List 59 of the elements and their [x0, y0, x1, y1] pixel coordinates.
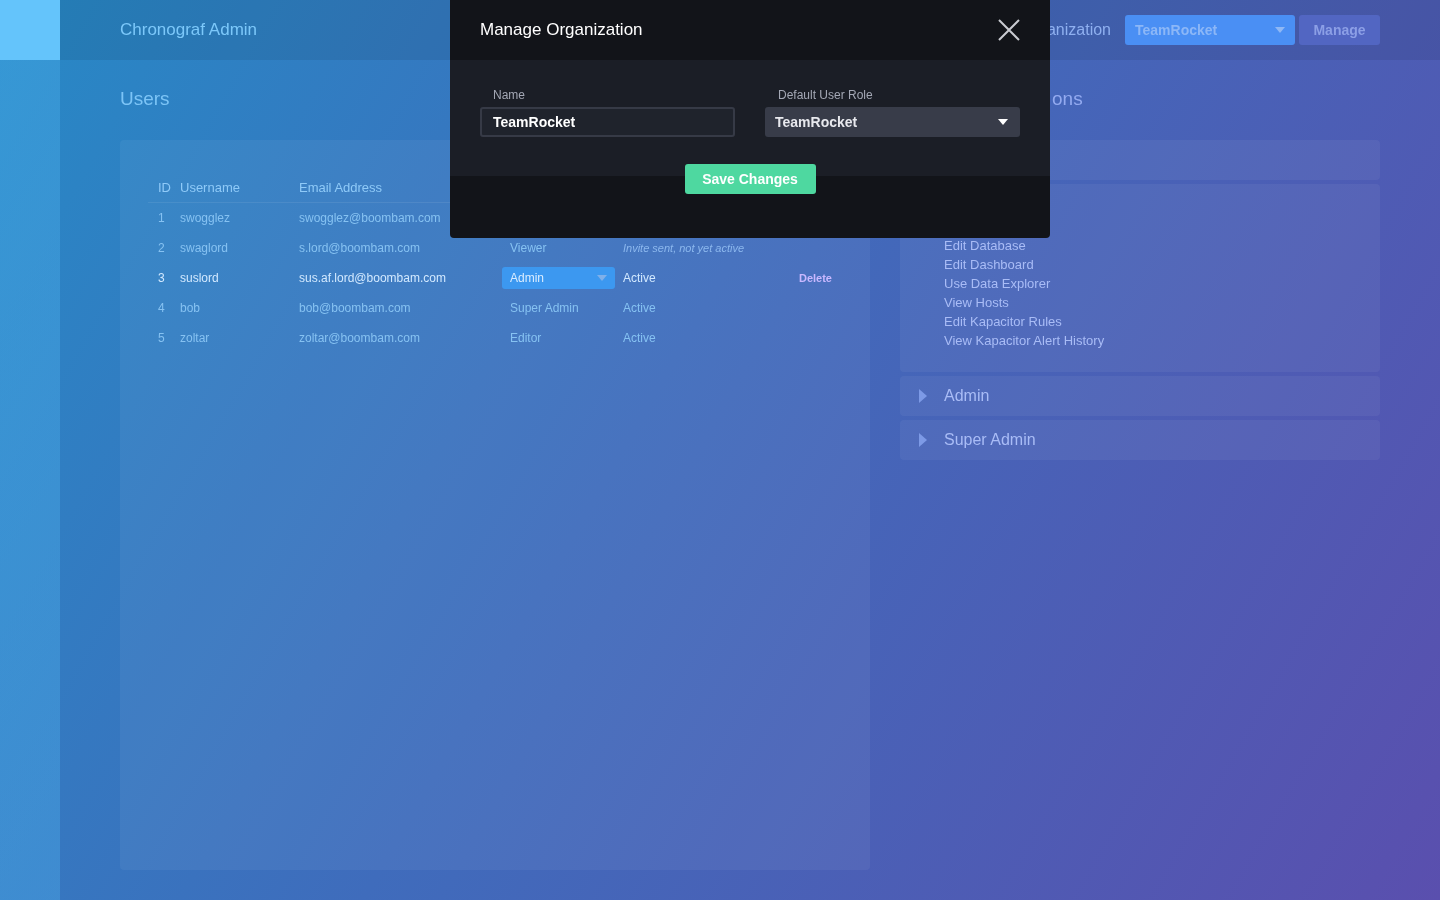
column-header: Email Address: [299, 179, 384, 195]
table-cell: Active: [623, 271, 656, 285]
save-button[interactable]: Save Changes: [684, 164, 816, 194]
role-dropdown[interactable]: Admin: [502, 267, 615, 289]
organization-label: anization: [1046, 21, 1111, 39]
table-row[interactable]: 5 zoltar zoltar@boombam.com Editor Active: [148, 323, 832, 353]
role-title: Admin: [944, 387, 990, 405]
table-cell-text: zoltar: [180, 331, 211, 345]
section-title: Users: [120, 87, 170, 111]
table-cell-text: 4: [157, 301, 166, 315]
modal-title: Manage Organization: [480, 20, 643, 40]
table-cell: Invite sent, not yet active: [623, 242, 745, 254]
table-cell-text: swogglez: [180, 211, 232, 225]
role-section[interactable]: Edit Database Edit Dashboard Use Data Explorer View Hosts Edit Kapacitor Rules View Kapacitor Alert History: [900, 184, 1380, 372]
table-cell-text: sus.af.lord@boombam.com: [299, 271, 447, 285]
role-section[interactable]: Super Admin: [900, 420, 1380, 460]
permission-item: Edit Dashboard: [944, 256, 1034, 274]
table-cell-text: Editor: [509, 331, 542, 345]
expand-arrow-icon: [919, 433, 927, 447]
table-row[interactable]: 4 bob bob@boombam.com Super Admin Active: [148, 293, 832, 323]
table-cell-text: bob@boombam.com: [299, 301, 412, 315]
column-header: Username: [180, 179, 241, 195]
role-section[interactable]: Admin: [900, 376, 1380, 416]
caret-icon: [597, 275, 607, 281]
field-label: Name: [492, 88, 526, 102]
caret-icon: [1275, 27, 1285, 33]
table-cell-text: s.lord@boombam.com: [299, 241, 421, 255]
close-icon[interactable]: [998, 19, 1020, 41]
table-cell-text: 3: [157, 271, 166, 285]
caret-icon: [998, 119, 1008, 125]
table-cell-text: 1: [157, 211, 166, 225]
name-input[interactable]: TeamRocket: [480, 107, 735, 137]
table-cell-text: Super Admin: [509, 301, 579, 315]
expand-arrow-icon: [919, 389, 927, 403]
permission-item: View Kapacitor Alert History: [944, 332, 1105, 350]
table-cell-text: zoltar@boombam.com: [299, 331, 421, 345]
table-cell-text: 2: [157, 241, 166, 255]
permission-item: Edit Database: [944, 237, 1026, 255]
table-row[interactable]: 3 suslord sus.af.lord@boombam.com Admin Active Delete: [148, 263, 832, 293]
role-title: Super Admin: [944, 431, 1036, 449]
section-title: ons: [1052, 87, 1083, 111]
table-cell: Active: [623, 301, 656, 315]
page-title: Chronograf Admin: [120, 20, 258, 40]
permission-item: Use Data Explorer: [944, 275, 1051, 293]
permission-item: View Hosts: [944, 294, 1009, 312]
permission-item: Edit Kapacitor Rules: [944, 313, 1062, 331]
table-cell: Active: [623, 331, 656, 345]
table-cell-text: swogglez@boombam.com: [299, 211, 442, 225]
manage-button[interactable]: Manage: [1299, 15, 1380, 45]
table-cell-text: swaglord: [180, 241, 230, 255]
table-cell-text: 5: [157, 331, 166, 345]
organization-dropdown[interactable]: TeamRocket: [1125, 15, 1295, 45]
table-cell-text: bob: [180, 301, 202, 315]
table-cell-text: suslord: [180, 271, 220, 285]
column-header: ID: [157, 179, 172, 195]
table-cell-text: Viewer: [509, 241, 547, 255]
role-dropdown[interactable]: TeamRocket: [765, 107, 1020, 137]
delete-button[interactable]: Delete: [798, 272, 832, 284]
field-label: Default User Role: [777, 88, 874, 102]
